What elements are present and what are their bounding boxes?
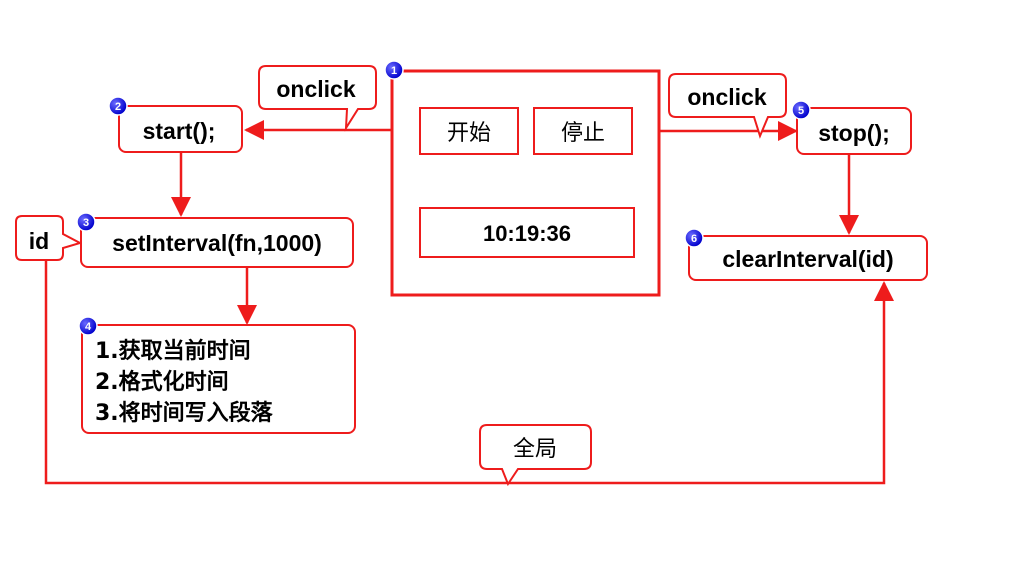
clear-interval-label: clearInterval(id) <box>722 246 893 272</box>
ui-panel <box>390 69 661 297</box>
time-display-value: 10:19:36 <box>483 221 571 246</box>
step-item: 1.获取当前时间 <box>95 338 251 364</box>
start-button[interactable]: 开始 <box>419 107 519 155</box>
callout-global: 全局 <box>479 424 592 487</box>
callout-onclick-left: onclick <box>258 65 377 132</box>
badge-1-number: 1 <box>391 65 397 77</box>
step-item: 3.将时间写入段落 <box>95 400 274 426</box>
badge-6: 6 <box>684 228 704 248</box>
time-display: 10:19:36 <box>419 207 635 258</box>
clear-interval-node: clearInterval(id) <box>688 235 928 281</box>
callout-onclick-left-label: onclick <box>276 76 355 102</box>
id-variable-label: id <box>29 228 49 254</box>
badge-4-number: 4 <box>85 321 92 333</box>
badge-2-number: 2 <box>115 101 121 113</box>
id-variable-node: id <box>15 215 83 261</box>
badge-6-number: 6 <box>691 233 697 245</box>
badge-2: 2 <box>108 96 128 116</box>
stop-function-node: stop(); <box>796 107 912 155</box>
badge-4: 4 <box>78 316 98 336</box>
step-item: 2.格式化时间 <box>95 369 229 395</box>
start-function-node: start(); <box>118 105 243 153</box>
flow-diagram: 开始 停止 10:19:36 onclick onclick start(); … <box>15 60 928 487</box>
callout-global-label: 全局 <box>513 437 557 462</box>
badge-5: 5 <box>791 100 811 120</box>
start-button-label: 开始 <box>447 121 491 146</box>
steps-node: 1.获取当前时间 2.格式化时间 3.将时间写入段落 <box>81 324 356 434</box>
badge-5-number: 5 <box>798 105 804 117</box>
stop-function-label: stop(); <box>818 120 890 146</box>
stop-button-label: 停止 <box>561 121 605 146</box>
badge-1: 1 <box>384 60 404 80</box>
badge-3: 3 <box>76 212 96 232</box>
start-function-label: start(); <box>143 118 216 144</box>
stop-button[interactable]: 停止 <box>533 107 633 155</box>
callout-onclick-right-label: onclick <box>687 84 766 110</box>
set-interval-label: setInterval(fn,1000) <box>112 230 322 256</box>
badge-3-number: 3 <box>83 217 89 229</box>
callout-onclick-right: onclick <box>668 73 787 139</box>
set-interval-node: setInterval(fn,1000) <box>80 217 354 268</box>
